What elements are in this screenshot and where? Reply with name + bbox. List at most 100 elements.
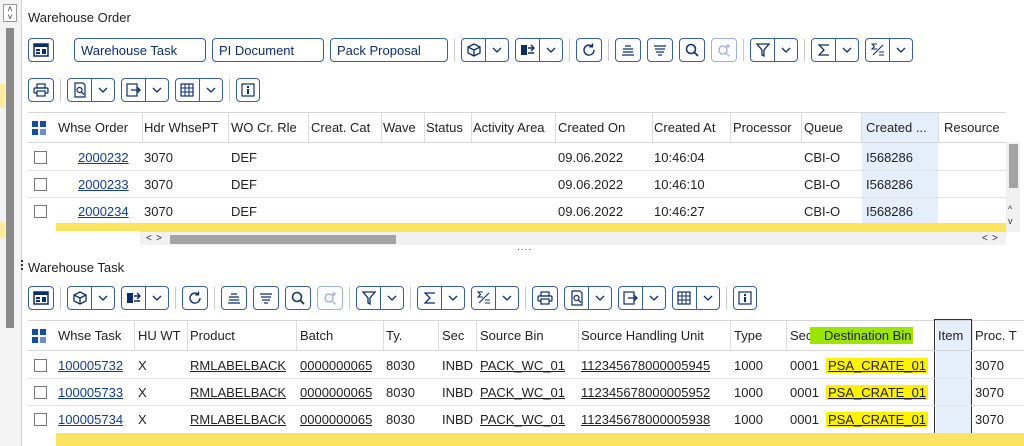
export-menu-button[interactable] xyxy=(121,78,169,102)
columns-menu-button[interactable] xyxy=(175,78,223,102)
whse-order-link[interactable]: 2000233 xyxy=(78,171,140,197)
cube-menu-button[interactable] xyxy=(461,38,509,62)
cube-menu-button[interactable] xyxy=(67,286,115,310)
warehouse-task-button[interactable]: Warehouse Task xyxy=(74,38,206,62)
horizontal-scrollbar[interactable]: < > < > xyxy=(140,231,1006,245)
col-header-destination-bin[interactable]: Destination Bin xyxy=(810,321,930,350)
col-header[interactable]: Sec xyxy=(442,321,478,350)
col-header[interactable]: Item xyxy=(938,321,970,350)
refresh-button[interactable] xyxy=(576,38,602,62)
subtotal-menu-button[interactable] xyxy=(865,38,913,62)
source-hu-link[interactable]: 112345678000005938 xyxy=(581,406,710,433)
col-header[interactable]: Creat. Cat xyxy=(311,113,383,142)
scroll-right-arrow[interactable]: > xyxy=(156,232,162,246)
col-header[interactable]: Ty. xyxy=(386,321,436,350)
transfer-menu-button[interactable] xyxy=(515,38,563,62)
source-hu-link[interactable]: 112345678000005952 xyxy=(581,379,710,405)
table-row[interactable]: 2000233 3070 DEF 09.06.2022 10:46:10 CBI… xyxy=(28,171,1006,198)
whse-task-link[interactable]: 100005732 xyxy=(58,352,123,378)
row-checkbox[interactable] xyxy=(34,177,47,191)
col-header[interactable]: Proc. T xyxy=(975,321,1024,350)
filter-menu-button[interactable] xyxy=(356,286,404,310)
transfer-menu-button[interactable] xyxy=(121,286,169,310)
col-header[interactable]: Status xyxy=(426,113,470,142)
source-bin-link[interactable]: PACK_WC_01 xyxy=(480,352,565,378)
scroll-thumb[interactable] xyxy=(1009,144,1018,188)
search-button[interactable] xyxy=(679,38,705,62)
col-header[interactable]: Activity Area xyxy=(473,113,557,142)
col-header[interactable]: Created ... xyxy=(866,113,938,142)
row-checkbox[interactable] xyxy=(34,150,47,164)
whse-task-link[interactable]: 100005734 xyxy=(58,406,123,433)
export-menu-button[interactable] xyxy=(618,286,666,310)
source-hu-link[interactable]: 112345678000005945 xyxy=(581,352,710,378)
col-header[interactable]: Type xyxy=(734,321,786,350)
destination-bin-link[interactable]: PSA_CRATE_01 xyxy=(826,412,929,427)
collapse-chevron-icon[interactable]: ˄ ˅ xyxy=(3,4,17,22)
print-button[interactable] xyxy=(28,78,54,102)
col-header[interactable]: Whse Order xyxy=(58,113,140,142)
align-center-button[interactable] xyxy=(221,286,247,310)
batch-link[interactable]: 0000000065 xyxy=(300,352,372,378)
batch-link[interactable]: 0000000065 xyxy=(300,379,372,405)
col-header[interactable]: Source Handling Unit xyxy=(581,321,727,350)
product-link[interactable]: RMLABELBACK xyxy=(190,352,286,378)
scroll-left-arrow[interactable]: < xyxy=(982,232,988,246)
pi-document-button[interactable]: PI Document xyxy=(212,38,324,62)
filter-menu-button[interactable] xyxy=(750,38,798,62)
row-checkbox[interactable] xyxy=(34,358,47,372)
whse-order-link[interactable]: 2000234 xyxy=(78,198,140,225)
col-header[interactable]: Wave xyxy=(383,113,423,142)
scroll-right-arrow[interactable]: > xyxy=(992,232,998,246)
subtotal-menu-button[interactable] xyxy=(471,286,519,310)
scroll-up-arrow[interactable]: ^ xyxy=(1008,204,1012,214)
product-link[interactable]: RMLABELBACK xyxy=(190,406,286,433)
row-checkbox[interactable] xyxy=(34,413,47,426)
col-header[interactable]: Product xyxy=(190,321,294,350)
preview-menu-button[interactable] xyxy=(67,78,115,102)
scroll-left-arrow[interactable]: < xyxy=(146,232,152,246)
col-header[interactable]: HU WT xyxy=(138,321,186,350)
layout-button[interactable] xyxy=(28,38,54,62)
col-header[interactable]: Processor xyxy=(733,113,803,142)
preview-menu-button[interactable] xyxy=(564,286,612,310)
sum-menu-button[interactable] xyxy=(417,286,465,310)
col-header[interactable]: Source Bin xyxy=(480,321,576,350)
col-header[interactable]: Whse Task xyxy=(58,321,132,350)
pack-proposal-button[interactable]: Pack Proposal xyxy=(330,38,448,62)
source-bin-link[interactable]: PACK_WC_01 xyxy=(480,406,565,433)
row-checkbox[interactable] xyxy=(34,385,47,399)
whse-order-link[interactable]: 2000232 xyxy=(78,144,140,170)
align-lines-button[interactable] xyxy=(647,38,673,62)
print-button[interactable] xyxy=(532,286,558,310)
table-row[interactable]: 2000234 3070 DEF 09.06.2022 10:46:27 CBI… xyxy=(28,198,1006,225)
scroll-thumb[interactable] xyxy=(170,235,396,244)
batch-link[interactable]: 0000000065 xyxy=(300,406,372,433)
columns-menu-button[interactable] xyxy=(672,286,720,310)
select-all-button[interactable] xyxy=(32,113,56,142)
whse-task-link[interactable]: 100005733 xyxy=(58,379,123,405)
table-row[interactable]: 100005734 X RMLABELBACK 0000000065 8030 … xyxy=(28,406,1024,433)
align-lines-button[interactable] xyxy=(253,286,279,310)
vertical-scrollbar[interactable]: ^ v xyxy=(1006,142,1020,232)
col-header[interactable]: Created On xyxy=(558,113,648,142)
col-header[interactable]: WO Cr. Rle xyxy=(231,113,311,142)
select-all-button[interactable] xyxy=(32,321,56,350)
search-button[interactable] xyxy=(285,286,311,310)
search-next-button[interactable] xyxy=(317,286,343,310)
layout-button[interactable] xyxy=(28,286,54,310)
col-header[interactable]: Resource xyxy=(944,113,1006,142)
panel-splitter[interactable]: .... xyxy=(22,243,1024,253)
search-next-button[interactable] xyxy=(711,38,737,62)
product-link[interactable]: RMLABELBACK xyxy=(190,379,286,405)
info-button[interactable] xyxy=(236,78,260,102)
col-header[interactable]: Batch xyxy=(300,321,382,350)
scroll-down-arrow[interactable]: v xyxy=(1008,216,1013,226)
source-bin-link[interactable]: PACK_WC_01 xyxy=(480,379,565,405)
gutter-scrollbar[interactable] xyxy=(6,28,14,328)
align-center-button[interactable] xyxy=(615,38,641,62)
table-row[interactable]: 2000232 3070 DEF 09.06.2022 10:46:04 CBI… xyxy=(28,144,1006,171)
row-checkbox[interactable] xyxy=(34,205,47,218)
sum-menu-button[interactable] xyxy=(811,38,859,62)
info-button[interactable] xyxy=(733,286,757,310)
